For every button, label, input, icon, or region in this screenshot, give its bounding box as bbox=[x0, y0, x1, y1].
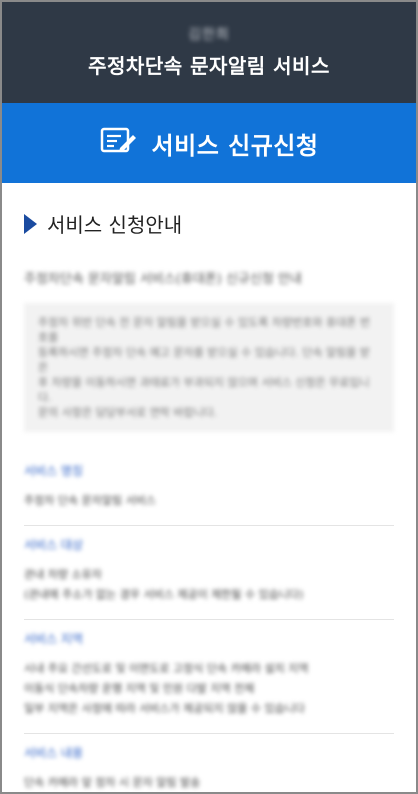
form-pen-icon bbox=[100, 126, 152, 160]
service-banner: 서비스 신규신청 bbox=[2, 103, 416, 183]
item-text: (관내에 주소가 없는 경우 서비스 제공이 제한될 수 있습니다) bbox=[24, 588, 304, 601]
item-text: 이동식 단속차량 운행 지역 및 민원 다발 지역 전체 bbox=[24, 682, 255, 695]
main-content: 서비스 신청안내 주정차단속 문자알림 서비스(휴대폰) 신규신청 안내 주정차… bbox=[2, 183, 416, 792]
item-text: 주정차 단속 문자알림 서비스 bbox=[24, 494, 156, 507]
section-heading-text: 서비스 신청안내 bbox=[47, 213, 183, 237]
info-item: 서비스 내용 단속 카메라 앞 정차 시 문자 알림 발송 bbox=[24, 734, 394, 792]
service-title: 주정차단속 문자알림 서비스 bbox=[88, 54, 330, 78]
item-label: 서비스 내용 bbox=[24, 746, 84, 760]
banner-title: 서비스 신규신청 bbox=[151, 131, 319, 160]
section-heading: 서비스 신청안내 bbox=[24, 209, 394, 238]
item-label: 서비스 명칭 bbox=[24, 464, 84, 478]
item-label: 서비스 대상 bbox=[24, 538, 84, 552]
mobile-frame: 김한희 주정차단속 문자알림 서비스 서비스 신규신청 서비스 신청안내 주정차… bbox=[0, 0, 418, 794]
item-label: 서비스 지역 bbox=[24, 632, 84, 646]
item-text: 단속 카메라 앞 정차 시 문자 알림 발송 bbox=[24, 776, 201, 789]
notice-line: 주정차 위반 단속 전 문자 알림을 받으실 수 있도록 차량번호와 휴대폰 번… bbox=[38, 316, 370, 344]
org-name: 김한희 bbox=[188, 27, 230, 43]
notice-line: 후 차량을 이동하시면 과태료가 부과되지 않으며 서비스 신청은 무료입니다. bbox=[38, 376, 370, 404]
notice-line: 등록하시면 주정차 단속 예고 문자를 받으실 수 있습니다. 단속 알림을 받… bbox=[38, 346, 370, 374]
triangle-bullet-icon bbox=[24, 213, 37, 234]
item-text: 일부 지역은 사정에 따라 서비스가 제공되지 않을 수 있습니다 bbox=[24, 702, 305, 715]
item-text: 관내 차량 소유자 bbox=[24, 568, 102, 581]
top-header: 김한희 주정차단속 문자알림 서비스 bbox=[2, 2, 416, 103]
notice-line: 문의 사항은 담당부서로 연락 바랍니다. bbox=[38, 406, 218, 419]
info-item: 서비스 대상 관내 차량 소유자 (관내에 주소가 없는 경우 서비스 제공이 … bbox=[24, 526, 394, 620]
item-text: 시내 주요 간선도로 및 이면도로 고정식 단속 카메라 설치 지역 bbox=[24, 662, 309, 675]
info-item: 서비스 명칭 주정차 단속 문자알림 서비스 bbox=[24, 452, 394, 526]
intro-text: 주정차단속 문자알림 서비스(휴대폰) 신규신청 안내 bbox=[24, 272, 302, 287]
info-item: 서비스 지역 시내 주요 간선도로 및 이면도로 고정식 단속 카메라 설치 지… bbox=[24, 620, 394, 734]
notice-box: 주정차 위반 단속 전 문자 알림을 받으실 수 있도록 차량번호와 휴대폰 번… bbox=[24, 303, 394, 432]
